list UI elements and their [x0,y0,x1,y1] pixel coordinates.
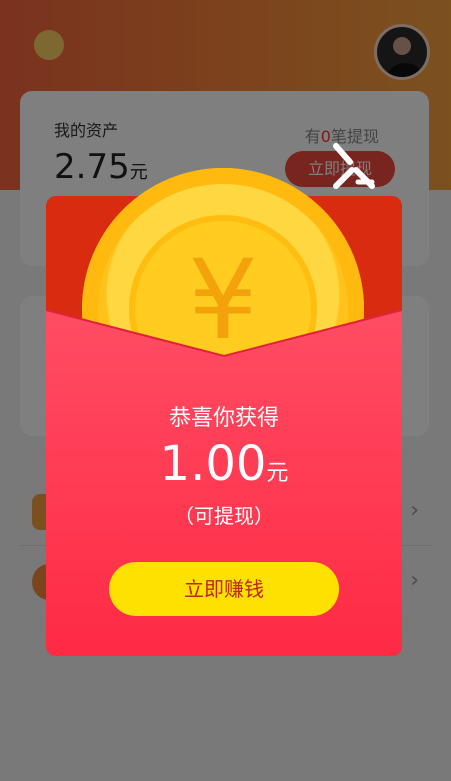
red-packet-modal: ¥ 恭喜你获得 1.00元 （可提现） 立即赚钱 [46,168,402,656]
earn-money-button[interactable]: 立即赚钱 [109,562,339,616]
withdrawable-note: （可提现） [174,504,274,528]
reward-amount: 1.00元 [46,436,402,492]
reward-amount-value: 1.00 [159,436,267,492]
congrats-text: 恭喜你获得 [168,406,279,431]
reward-amount-unit: 元 [266,461,289,486]
close-icon[interactable] [330,142,378,190]
